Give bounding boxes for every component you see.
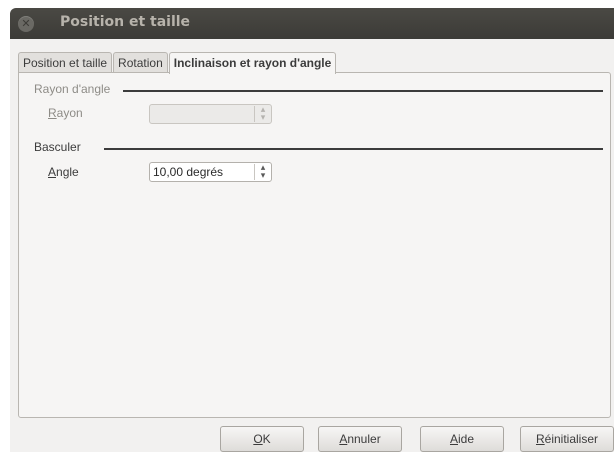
tab-rotation[interactable]: Rotation bbox=[113, 52, 168, 73]
radius-spinbox[interactable]: ▴ ▾ bbox=[149, 104, 272, 124]
tab-slant-corner-radius[interactable]: Inclinaison et rayon d'angle bbox=[168, 52, 337, 74]
close-icon[interactable]: ✕ bbox=[18, 16, 34, 32]
angle-value[interactable]: 10,00 degrés bbox=[150, 165, 254, 179]
tab-position-size[interactable]: Position et taille bbox=[18, 52, 113, 73]
corner-radius-divider bbox=[123, 90, 603, 92]
radius-label: Rayon bbox=[48, 106, 83, 120]
window-title: Position et taille bbox=[60, 14, 191, 30]
help-button[interactable]: Aide bbox=[420, 426, 504, 452]
reset-button[interactable]: Réinitialiser bbox=[520, 426, 614, 452]
dialog-window: ✕ Position et taille Position et taille … bbox=[10, 8, 614, 452]
tab-panel: Rayon d'angle Rayon ▴ ▾ Basculer Angle 10… bbox=[18, 72, 611, 418]
slant-divider bbox=[104, 148, 603, 150]
slant-heading: Basculer bbox=[34, 140, 81, 154]
tab-bar: Position et taille Rotation Inclinaison … bbox=[18, 51, 337, 74]
ok-button[interactable]: OK bbox=[220, 426, 304, 452]
spin-arrows-icon[interactable]: ▴ ▾ bbox=[254, 106, 271, 123]
cancel-button[interactable]: Annuler bbox=[318, 426, 402, 452]
spin-arrows-icon[interactable]: ▴ ▾ bbox=[254, 164, 271, 181]
angle-label: Angle bbox=[48, 165, 79, 179]
angle-spinbox[interactable]: 10,00 degrés ▴ ▾ bbox=[149, 162, 272, 182]
title-bar: ✕ Position et taille bbox=[10, 8, 614, 39]
corner-radius-heading: Rayon d'angle bbox=[34, 82, 111, 96]
